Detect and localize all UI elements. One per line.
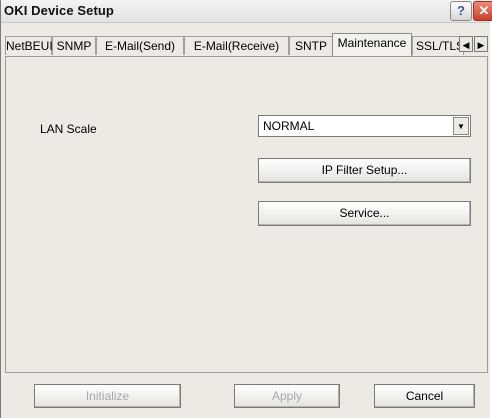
tab-email-send[interactable]: E-Mail(Send) xyxy=(96,36,184,55)
ip-filter-setup-button[interactable]: IP Filter Setup... xyxy=(258,158,471,183)
lan-scale-select[interactable]: NORMAL ▼ xyxy=(258,115,471,137)
close-button[interactable]: ✕ xyxy=(473,1,492,21)
tab-netbeui[interactable]: NetBEUI xyxy=(5,36,53,55)
tab-scroll-right-icon[interactable]: ▶ xyxy=(474,36,488,52)
help-button[interactable]: ? xyxy=(450,1,472,21)
device-setup-window: OKI Device Setup ? ✕ NetBEUI SNMP E-Mail… xyxy=(0,0,492,418)
initialize-button[interactable]: Initialize xyxy=(34,384,181,408)
tab-scroll-left-icon[interactable]: ◀ xyxy=(459,36,473,52)
tab-maintenance[interactable]: Maintenance xyxy=(332,33,412,56)
title-bar: OKI Device Setup ? ✕ xyxy=(1,0,492,23)
tab-ssl-tls[interactable]: SSL/TLS xyxy=(412,36,464,55)
cancel-button[interactable]: Cancel xyxy=(374,384,475,408)
tab-email-receive[interactable]: E-Mail(Receive) xyxy=(184,36,289,55)
tab-bar: NetBEUI SNMP E-Mail(Send) E-Mail(Receive… xyxy=(5,33,490,56)
service-button[interactable]: Service... xyxy=(258,201,471,226)
chevron-down-icon[interactable]: ▼ xyxy=(453,117,469,135)
lan-scale-label: LAN Scale xyxy=(40,122,97,136)
lan-scale-value: NORMAL xyxy=(263,119,315,133)
tab-snmp[interactable]: SNMP xyxy=(52,36,96,55)
tab-sntp[interactable]: SNTP xyxy=(289,36,333,55)
window-title: OKI Device Setup xyxy=(4,3,114,18)
apply-button[interactable]: Apply xyxy=(234,384,340,408)
